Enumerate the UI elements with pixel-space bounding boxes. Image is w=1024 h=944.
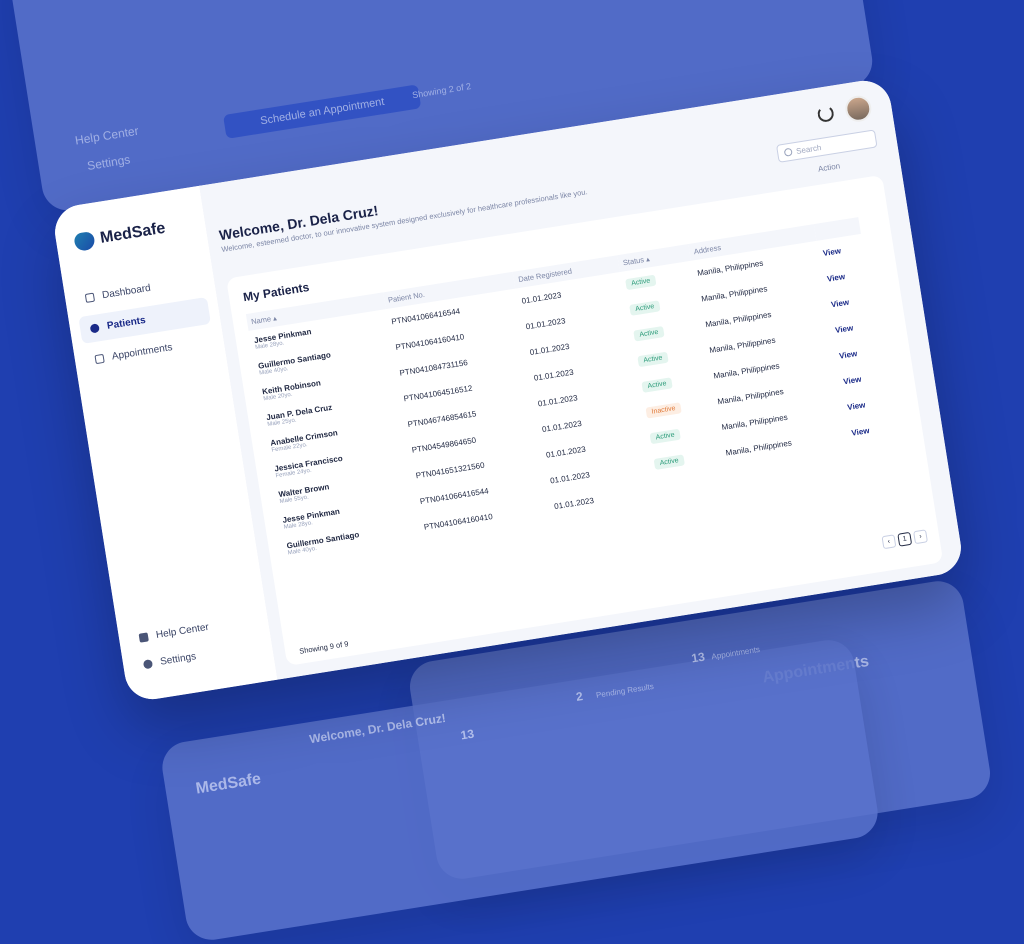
brand-logo[interactable]: MedSafe: [73, 219, 167, 252]
view-link[interactable]: View: [851, 426, 870, 438]
patients-table: Name ▴ Patient No. Date Registered Statu…: [245, 217, 898, 562]
sidebar-item-label: Help Center: [155, 621, 210, 642]
patients-title: My Patients: [242, 279, 311, 305]
view-link[interactable]: View: [843, 374, 862, 386]
patients-card: My Patients Name ▴ Patient No. Date Regi…: [226, 174, 944, 666]
bg-stat2: 2: [575, 689, 584, 704]
bg-brand: MedSafe: [194, 770, 263, 798]
calendar-icon: [94, 353, 105, 365]
brand-name: MedSafe: [98, 219, 167, 247]
bg-welcome: Welcome, Dr. Dela Cruz!: [308, 710, 447, 747]
sidebar-footer: Help Center Settings: [137, 616, 215, 680]
help-icon: [138, 632, 149, 643]
view-link[interactable]: View: [834, 323, 853, 335]
sidebar-item-label: Patients: [106, 314, 147, 332]
bg-stat1: 13: [459, 726, 476, 743]
pagination: ‹ 1 ›: [881, 529, 928, 550]
action-cell: [849, 439, 897, 472]
view-link[interactable]: View: [822, 246, 841, 258]
search-icon: [783, 147, 793, 157]
status-badge: Active: [633, 325, 665, 341]
status-badge: Active: [649, 428, 681, 444]
sidebar-item-label: Dashboard: [101, 282, 152, 302]
status-badge: Active: [629, 299, 660, 316]
refresh-icon[interactable]: [816, 104, 835, 124]
bg-settings: Settings: [86, 152, 132, 173]
grid-icon: [84, 292, 96, 303]
sidebar-item-label: Appointments: [111, 342, 174, 363]
bg-stat3: 13: [690, 649, 706, 666]
view-link[interactable]: View: [830, 297, 849, 309]
next-page-button[interactable]: ›: [913, 529, 928, 545]
view-link[interactable]: View: [839, 348, 858, 360]
showing-count: Showing 9 of 9: [298, 639, 350, 656]
bg-help-center: Help Center: [74, 123, 140, 148]
sidebar-item-label: Settings: [159, 651, 197, 668]
topbar: [816, 93, 874, 128]
user-icon: [89, 323, 100, 334]
search-input[interactable]: Search: [775, 129, 878, 163]
main-content: Welcome, Dr. Dela Cruz! Welcome, esteeme…: [199, 76, 965, 680]
view-link[interactable]: View: [847, 400, 866, 412]
heart-logo-icon: [73, 230, 96, 252]
bg-showing: Showing 2 of 2: [411, 81, 472, 101]
prev-page-button[interactable]: ‹: [881, 534, 897, 550]
status-badge: Inactive: [645, 401, 682, 419]
page-1-button[interactable]: 1: [897, 531, 913, 547]
column-header-action: Action: [817, 161, 841, 174]
search-placeholder: Search: [795, 142, 822, 156]
status-badge: Active: [625, 274, 656, 290]
view-link[interactable]: View: [826, 271, 845, 283]
status-badge: Active: [641, 376, 673, 393]
bg-stat2-label: Pending Results: [595, 681, 655, 700]
bg-schedule-button: Schedule an Appointment: [222, 84, 422, 139]
gear-icon: [142, 659, 154, 670]
sidebar-nav: Dashboard Patients Appointments: [73, 266, 216, 378]
status-badge: Active: [637, 351, 669, 367]
status-badge: Active: [653, 453, 685, 470]
avatar[interactable]: [843, 93, 874, 124]
